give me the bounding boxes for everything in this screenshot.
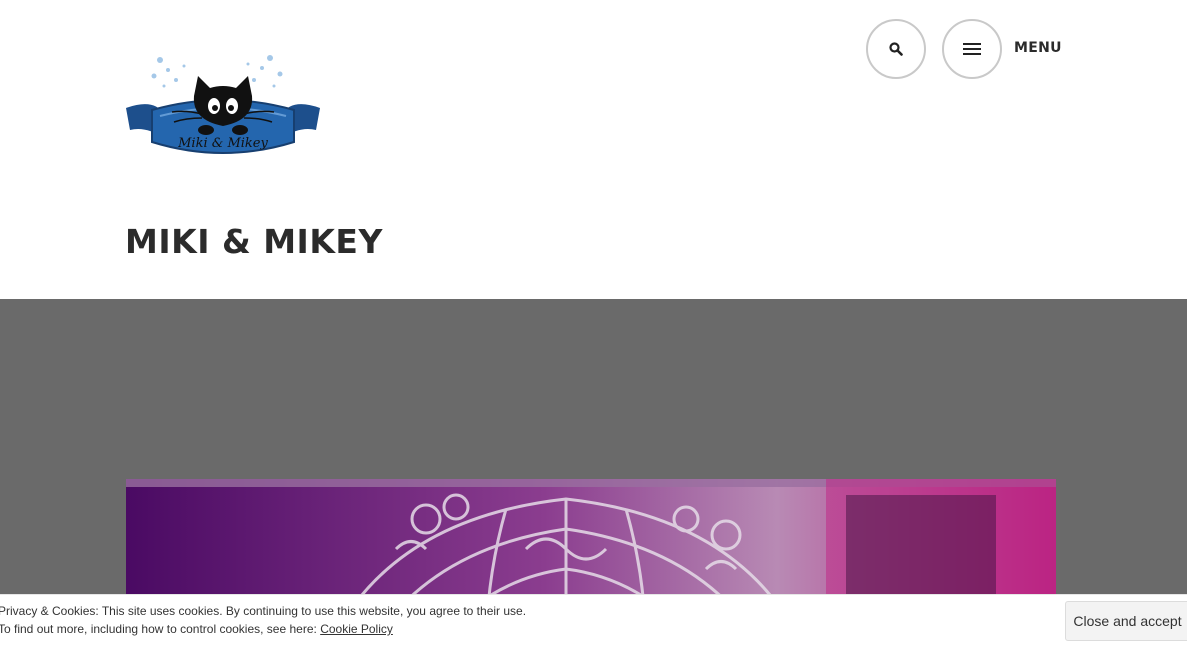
cookie-banner: Privacy & Cookies: This site uses cookie… (0, 594, 1187, 653)
site-logo-link[interactable]: Miki & Mikey (124, 46, 322, 164)
logo-wordmark: Miki & Mikey (177, 136, 268, 151)
cookie-line-2-prefix: To find out more, including how to contr… (0, 622, 321, 636)
menu-label[interactable]: MENU (1014, 40, 1062, 56)
search-icon (889, 42, 903, 56)
cookie-line-2: To find out more, including how to contr… (0, 620, 526, 638)
cookie-policy-link[interactable]: Cookie Policy (320, 622, 393, 636)
menu-toggle-button[interactable] (942, 19, 1002, 79)
cookie-notice-text: Privacy & Cookies: This site uses cookie… (0, 602, 526, 638)
site-title[interactable]: MIKI & MIKEY (125, 222, 383, 261)
search-toggle-button[interactable] (866, 19, 926, 79)
page: Miki & Mikey MIKI & MIKEY MENU Privacy &… (0, 0, 1187, 653)
close-and-accept-button[interactable]: Close and accept (1065, 601, 1187, 641)
cookie-line-1: Privacy & Cookies: This site uses cookie… (0, 604, 527, 618)
site-header: Miki & Mikey MIKI & MIKEY MENU (0, 0, 1187, 299)
hamburger-icon (963, 43, 981, 55)
cat-logo-icon: Miki & Mikey (126, 55, 320, 154)
